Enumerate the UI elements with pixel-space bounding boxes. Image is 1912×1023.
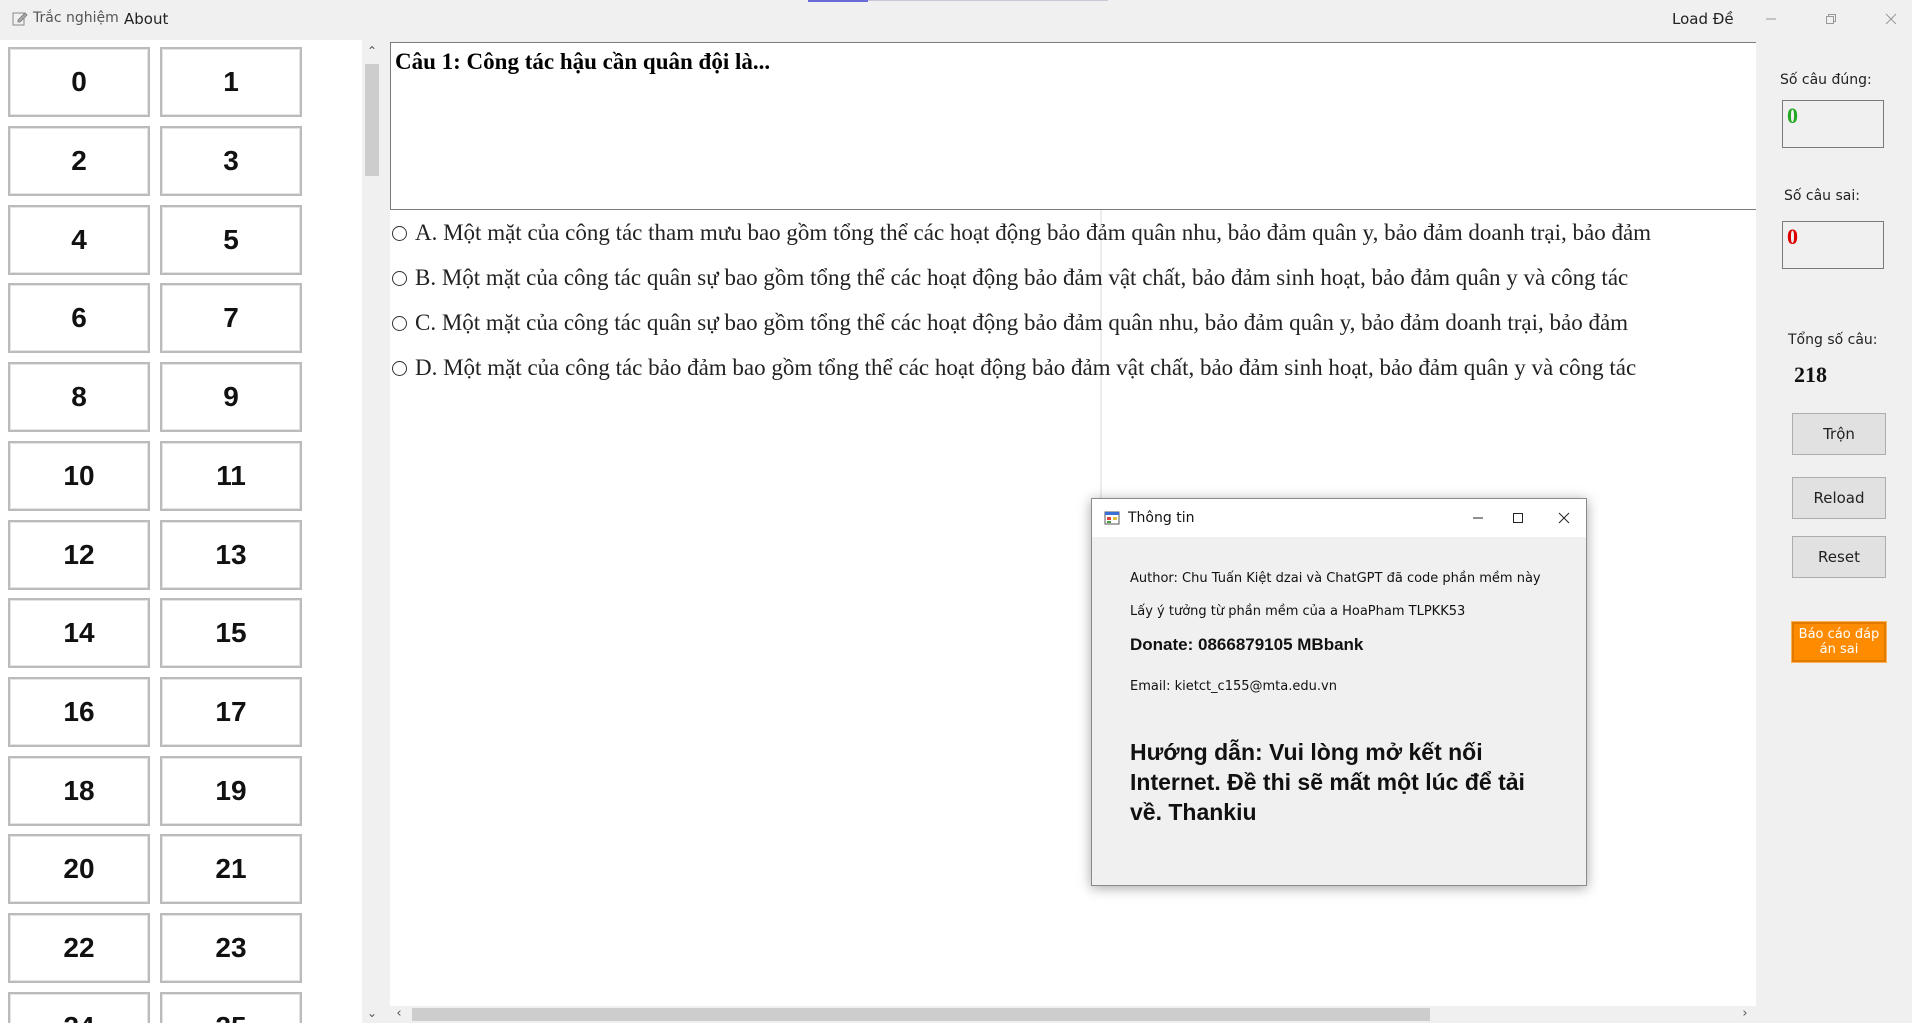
question-button-13[interactable]: 13 (160, 520, 302, 590)
wrong-count-value: 0 (1787, 224, 1798, 249)
question-button-18[interactable]: 18 (8, 756, 150, 826)
total-count-value: 218 (1794, 362, 1827, 387)
answer-b-label: B. Một mặt của công tác quân sự bao gồm … (415, 265, 1629, 290)
question-button-3[interactable]: 3 (160, 126, 302, 196)
menu-about[interactable]: About (124, 10, 168, 28)
top-accent-line (808, 0, 868, 2)
app-title-label: Trắc nghiệm (33, 10, 119, 26)
grid-vertical-scrollbar[interactable]: ⌃ ⌄ (362, 40, 382, 1023)
edit-icon (12, 12, 28, 26)
dialog-close-button[interactable] (1544, 505, 1584, 531)
close-icon (1558, 512, 1570, 524)
scroll-up-icon[interactable]: ⌃ (365, 44, 379, 58)
window-minimize-button[interactable] (1756, 8, 1786, 30)
menu-bar: Trắc nghiệm About Load Đề (0, 0, 1912, 40)
radio-c[interactable] (392, 315, 407, 331)
answers-scroll-thumb[interactable] (412, 1008, 1430, 1021)
menu-app-title[interactable]: Trắc nghiệm (12, 10, 119, 26)
question-button-0[interactable]: 0 (8, 47, 150, 117)
tron-button[interactable]: Trộn (1792, 413, 1886, 455)
idea-text: Lấy ý tưởng từ phần mềm của a HoaPham TL… (1130, 604, 1466, 619)
answer-option-c[interactable]: C. Một mặt của công tác quân sự bao gồm … (392, 308, 1628, 338)
correct-count-value: 0 (1787, 103, 1798, 128)
reload-button[interactable]: Reload (1792, 477, 1886, 519)
report-wrong-answer-button[interactable]: Báo cáo đáp án sai (1791, 621, 1887, 663)
question-button-11[interactable]: 11 (160, 441, 302, 511)
guide-text: Hướng dẫn: Vui lòng mở kết nối Internet.… (1130, 739, 1525, 825)
email-text: Email: kietct_c155@mta.edu.vn (1130, 679, 1337, 694)
info-dialog: Thông tin Author: Chu Tuấn Kiệt dzai và … (1091, 498, 1587, 886)
correct-count-label: Số câu đúng: (1780, 72, 1872, 88)
wrong-count-label: Số câu sai: (1784, 188, 1860, 204)
app-window-icon (1104, 511, 1120, 525)
close-icon (1885, 13, 1897, 25)
question-button-10[interactable]: 10 (8, 441, 150, 511)
dialog-titlebar[interactable]: Thông tin (1092, 499, 1586, 537)
dialog-title: Thông tin (1128, 510, 1195, 526)
menu-load-de[interactable]: Load Đề (1672, 10, 1734, 28)
top-accent-line-2 (868, 0, 1108, 1)
answer-a-label: A. Một mặt của công tác tham mưu bao gồm… (415, 220, 1652, 245)
correct-count-box: 0 (1782, 100, 1884, 148)
wrong-count-box: 0 (1782, 221, 1884, 269)
answer-c-label: C. Một mặt của công tác quân sự bao gồm … (415, 310, 1629, 335)
question-button-9[interactable]: 9 (160, 362, 302, 432)
question-button-4[interactable]: 4 (8, 205, 150, 275)
question-button-6[interactable]: 6 (8, 283, 150, 353)
window-restore-button[interactable] (1816, 8, 1846, 30)
question-button-25[interactable]: 25 (160, 992, 302, 1023)
question-button-2[interactable]: 2 (8, 126, 150, 196)
answers-horizontal-scrollbar[interactable]: ‹ › (390, 1006, 1756, 1023)
question-title: Câu 1: Công tác hậu cần quân đội là... (395, 49, 771, 74)
question-button-12[interactable]: 12 (8, 520, 150, 590)
radio-d[interactable] (392, 360, 407, 376)
minimize-icon (1766, 18, 1776, 20)
scroll-down-icon[interactable]: ⌄ (365, 1006, 379, 1020)
maximize-icon (1513, 513, 1523, 523)
question-button-7[interactable]: 7 (160, 283, 302, 353)
radio-a[interactable] (392, 225, 407, 241)
total-count-label: Tổng số câu: (1788, 332, 1878, 348)
question-button-1[interactable]: 1 (160, 47, 302, 117)
question-button-23[interactable]: 23 (160, 913, 302, 983)
radio-b[interactable] (392, 270, 407, 286)
question-button-17[interactable]: 17 (160, 677, 302, 747)
question-button-16[interactable]: 16 (8, 677, 150, 747)
answer-option-a[interactable]: A. Một mặt của công tác tham mưu bao gồm… (392, 218, 1651, 248)
question-button-24[interactable]: 24 (8, 992, 150, 1023)
minimize-icon (1473, 517, 1483, 519)
scroll-left-icon[interactable]: ‹ (392, 1007, 406, 1021)
dialog-minimize-button[interactable] (1458, 505, 1498, 531)
answer-d-label: D. Một mặt của công tác bảo đảm bao gồm … (415, 355, 1637, 380)
question-button-19[interactable]: 19 (160, 756, 302, 826)
donate-text: Donate: 0866879105 MBbank (1130, 635, 1364, 654)
question-button-5[interactable]: 5 (160, 205, 302, 275)
restore-icon (1826, 14, 1836, 24)
question-button-21[interactable]: 21 (160, 834, 302, 904)
question-button-20[interactable]: 20 (8, 834, 150, 904)
answer-option-b[interactable]: B. Một mặt của công tác quân sự bao gồm … (392, 263, 1628, 293)
question-button-22[interactable]: 22 (8, 913, 150, 983)
question-button-14[interactable]: 14 (8, 598, 150, 668)
grid-scroll-thumb[interactable] (365, 64, 379, 176)
reset-button[interactable]: Reset (1792, 536, 1886, 578)
window-close-button[interactable] (1876, 8, 1906, 30)
dialog-maximize-button[interactable] (1498, 505, 1538, 531)
question-text-box: Câu 1: Công tác hậu cần quân đội là... (390, 42, 1756, 210)
scroll-right-icon[interactable]: › (1738, 1007, 1752, 1021)
question-grid-panel: 0 1 2 3 4 5 6 7 8 9 10 11 12 13 14 15 16… (0, 40, 362, 1023)
answer-option-d[interactable]: D. Một mặt của công tác bảo đảm bao gồm … (392, 353, 1636, 383)
author-text: Author: Chu Tuấn Kiệt dzai và ChatGPT đã… (1130, 571, 1541, 586)
question-button-8[interactable]: 8 (8, 362, 150, 432)
question-button-15[interactable]: 15 (160, 598, 302, 668)
